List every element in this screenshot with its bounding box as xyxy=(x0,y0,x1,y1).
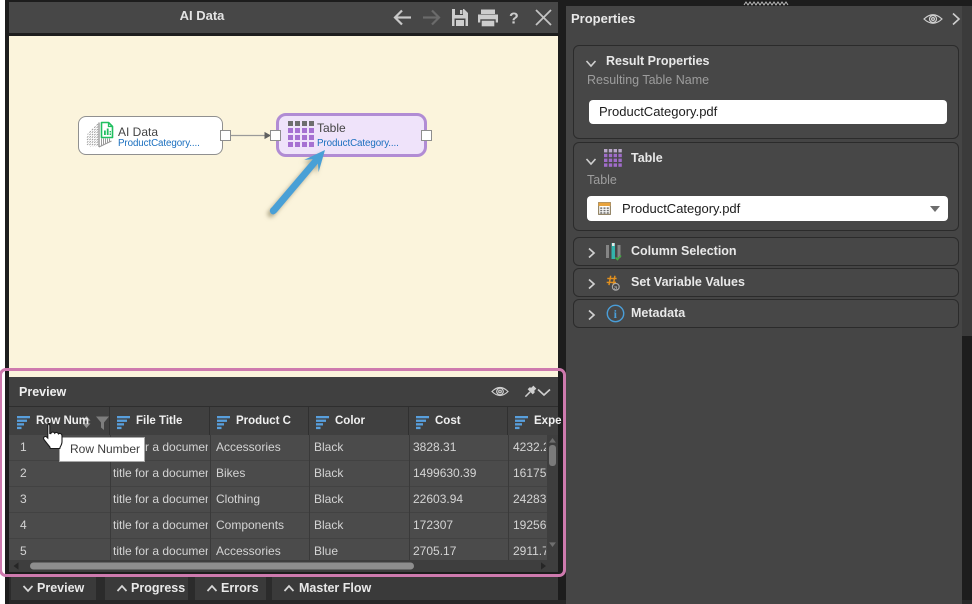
svg-text:i: i xyxy=(614,307,618,321)
svg-text:?: ? xyxy=(509,11,519,28)
svg-text:a: a xyxy=(614,284,618,291)
